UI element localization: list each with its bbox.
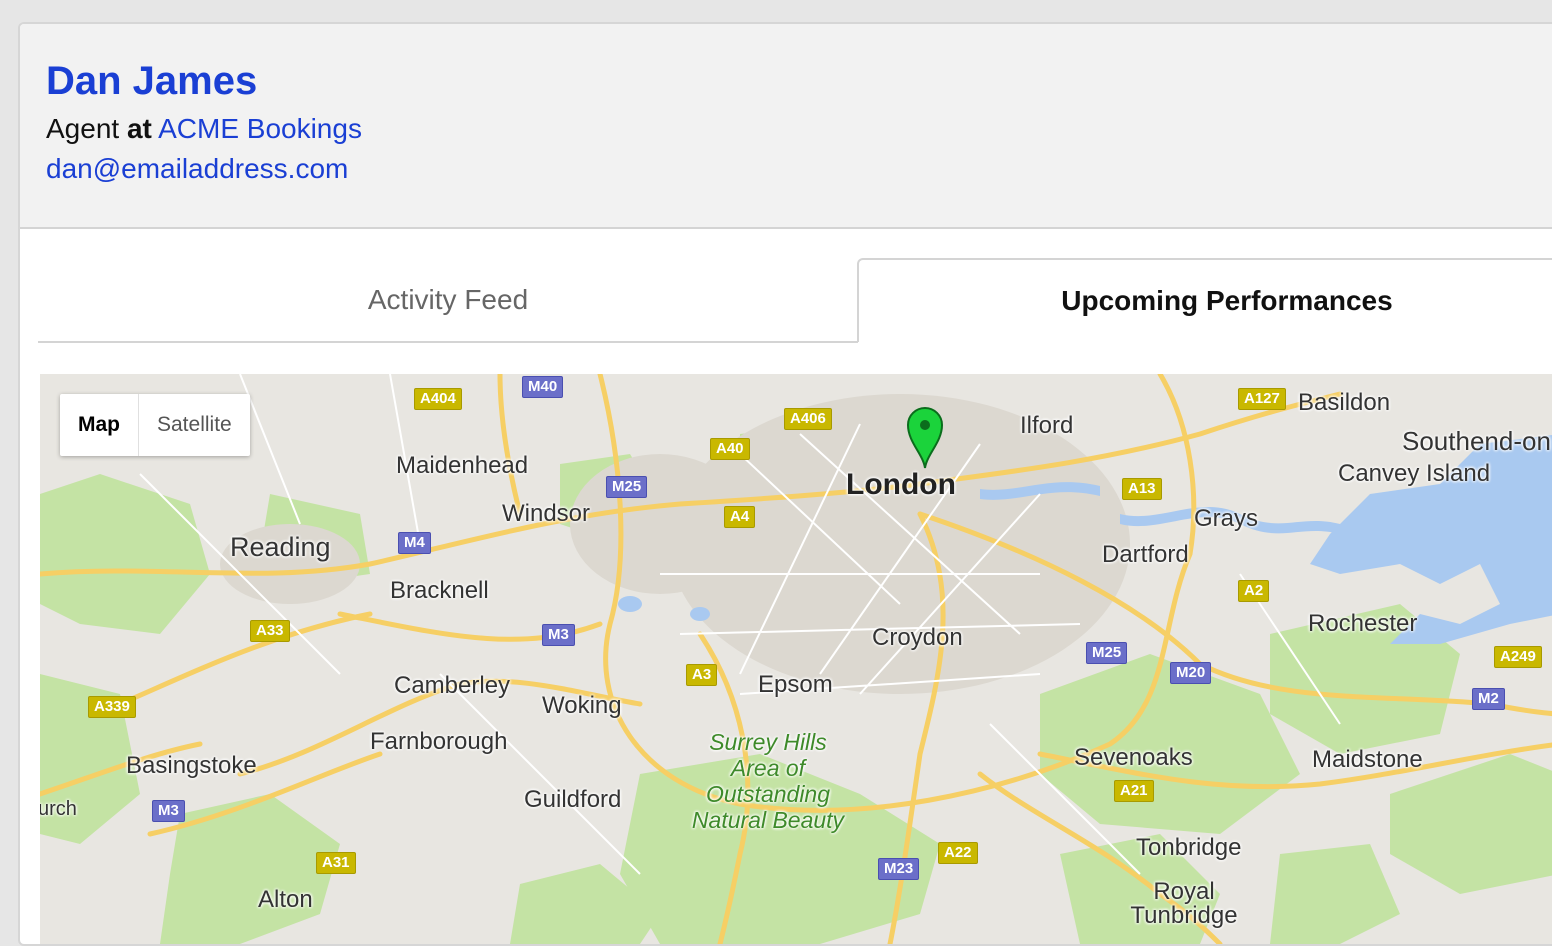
map-label: Reading (230, 532, 331, 562)
tab-bar: Activity Feed Upcoming Performances (38, 258, 1552, 343)
map-label: Rochester (1308, 610, 1418, 637)
profile-role: Agent at ACME Bookings (46, 112, 362, 146)
map-label: Ilford (1020, 412, 1074, 439)
road-shield: A22 (938, 842, 978, 864)
map-label: Tonbridge (1136, 834, 1242, 861)
road-shield: A249 (1494, 646, 1542, 668)
profile-card: Dan James Agent at ACME Bookings dan@ema… (18, 22, 1552, 946)
map-label: Epsom (758, 671, 833, 698)
email-link[interactable]: dan@emailaddress.com (46, 152, 348, 186)
road-shield: M4 (398, 532, 431, 554)
road-shield: M3 (542, 624, 575, 646)
road-shield: A40 (710, 438, 750, 460)
map-label: Croydon (872, 624, 963, 651)
map-label: Farnborough (370, 728, 508, 755)
road-shield: A339 (88, 696, 136, 718)
map-label: Dartford (1102, 541, 1189, 568)
map-type-satellite-button[interactable]: Satellite (139, 394, 250, 456)
road-shield: M3 (152, 800, 185, 822)
map-type-control: Map Satellite (60, 394, 250, 456)
road-shield: A404 (414, 388, 462, 410)
road-shield: A33 (250, 620, 290, 642)
map-label-london: London (846, 468, 956, 501)
map-label: Sevenoaks (1074, 744, 1193, 771)
map-label: Basingstoke (126, 752, 257, 779)
map-label: Woking (542, 692, 622, 719)
road-shield: A127 (1238, 388, 1286, 410)
profile-header: Dan James Agent at ACME Bookings dan@ema… (20, 24, 1552, 229)
road-shield: M20 (1170, 662, 1212, 684)
profile-name: Dan James (46, 59, 258, 103)
map-label: Royal Tunbridge (1130, 878, 1238, 929)
road-shield: A31 (316, 852, 356, 874)
map-type-map-button[interactable]: Map (60, 394, 139, 456)
map-view[interactable]: Map Satellite London Maidenhead Windsor … (40, 374, 1552, 944)
road-shield: A4 (724, 506, 756, 528)
map-label: Windsor (502, 500, 591, 527)
road-shield: M40 (522, 376, 564, 398)
road-shield: A406 (784, 408, 832, 430)
tab-upcoming-performances[interactable]: Upcoming Performances (857, 258, 1552, 342)
road-shield: A3 (686, 664, 718, 686)
map-label: Basildon (1298, 389, 1391, 416)
map-label: Maidenhead (396, 452, 529, 479)
map-label: Guildford (524, 786, 622, 813)
road-shield: A21 (1114, 780, 1154, 802)
road-shield: M2 (1472, 688, 1505, 710)
company-link[interactable]: ACME Bookings (158, 113, 362, 144)
map-marker-icon[interactable] (906, 406, 944, 470)
map-park-label: Surrey Hills Area of Outstanding Natural… (691, 729, 845, 833)
map-tiles (40, 374, 1552, 944)
road-shield: A13 (1122, 478, 1162, 500)
road-shield: M23 (878, 858, 920, 880)
map-label: Grays (1194, 505, 1259, 532)
tab-activity-feed[interactable]: Activity Feed (38, 258, 858, 342)
road-shield: M25 (606, 476, 648, 498)
map-label: Southend-on (1402, 426, 1551, 456)
map-label: Camberley (394, 672, 511, 699)
map-label: Canvey Island (1338, 460, 1491, 487)
road-shield: M25 (1086, 642, 1128, 664)
road-shield: A2 (1238, 580, 1270, 602)
role-title: Agent (46, 113, 120, 144)
map-label: Maidstone (1312, 746, 1423, 773)
map-label: Alton (258, 886, 313, 913)
map-label: Bracknell (390, 577, 489, 604)
map-label: urch (40, 798, 77, 820)
role-at: at (126, 113, 152, 144)
